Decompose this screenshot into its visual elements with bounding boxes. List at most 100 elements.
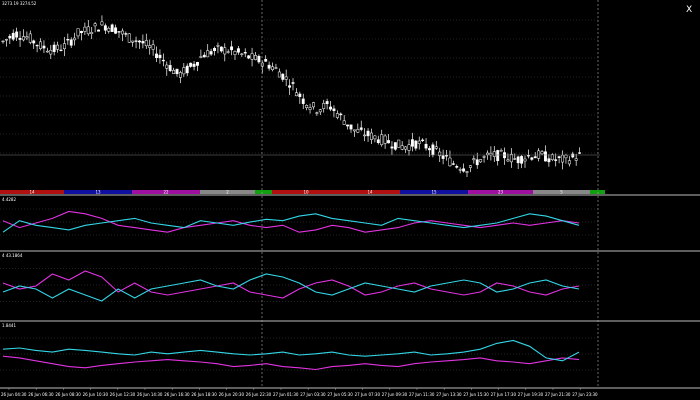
candle-body [178, 72, 182, 78]
candle-body [32, 40, 36, 44]
time-label: 26 Jun 06:30 [28, 392, 54, 397]
candle-body [550, 154, 554, 160]
candle-body [496, 150, 500, 161]
candle-body [100, 21, 104, 26]
candle-body [1, 40, 5, 43]
candle-body [18, 37, 22, 40]
candle-body [363, 134, 367, 137]
candle-body [110, 24, 114, 32]
candle-body [329, 106, 332, 110]
candle-body [144, 40, 148, 47]
candle-body [376, 139, 380, 143]
candle-body [540, 151, 544, 155]
candle-body [73, 37, 77, 41]
candle-body [59, 49, 63, 52]
time-label: 27 Jun 11:30 [409, 392, 435, 397]
candle-body [366, 130, 370, 137]
candle-body [393, 142, 397, 150]
candle-body [458, 169, 462, 171]
candle-body [97, 29, 100, 32]
candle-body [352, 129, 356, 132]
candle-body [175, 68, 179, 75]
candle-body [165, 64, 169, 69]
candle-body [455, 165, 459, 168]
candle-body [383, 135, 387, 144]
candle-body [445, 154, 448, 157]
candle-body [189, 62, 193, 67]
candle-body [492, 151, 496, 157]
candle-body [66, 39, 70, 41]
time-label: 26 Jun 10:30 [83, 392, 109, 397]
time-label: 27 Jun 23:30 [572, 392, 598, 397]
candle-body [298, 93, 302, 97]
close-button[interactable]: X [686, 5, 692, 15]
candle-body [127, 33, 131, 43]
candle-body [213, 47, 216, 51]
candle-body [434, 146, 438, 149]
candle-body [520, 156, 524, 164]
candle-body [574, 158, 578, 161]
candle-body [387, 140, 390, 144]
candle-body [288, 85, 292, 88]
candle-body [544, 151, 547, 162]
session-segment-label: 5 [560, 190, 563, 195]
candle-body [25, 36, 29, 39]
candle-body [468, 165, 472, 168]
candle-body [400, 145, 404, 150]
candle-body [254, 55, 257, 60]
candle-body [62, 43, 66, 50]
trading-chart[interactable]: 3273.19 3274.52 X 14 13 22 2 10 14 15 23 5 4.428… [0, 0, 700, 400]
time-label: 27 Jun 17:30 [491, 392, 517, 397]
candle-body [301, 98, 305, 104]
candle-body [155, 53, 158, 59]
time-label: 27 Jun 15:30 [463, 392, 489, 397]
candle-body [346, 124, 350, 127]
candle-body [380, 134, 384, 146]
candle-body [80, 31, 83, 34]
candle-body [530, 157, 534, 160]
candle-body [322, 103, 326, 109]
candle-body [15, 31, 19, 38]
candle-body [486, 152, 489, 155]
session-segment [590, 190, 605, 194]
candle-body [93, 23, 97, 27]
candle-body [161, 59, 165, 62]
candle-body [172, 69, 176, 74]
time-label: 27 Jun 19:30 [518, 392, 544, 397]
candle-body [49, 50, 53, 55]
candle-body [414, 140, 418, 149]
indicator-label: 4 43.1864 [2, 253, 23, 258]
candle-body [325, 101, 329, 104]
time-label: 27 Jun 01:30 [273, 392, 299, 397]
candle-body [564, 154, 568, 159]
candle-body [407, 144, 411, 151]
candle-body [370, 132, 373, 140]
candle-body [578, 152, 582, 154]
candle-body [52, 44, 56, 52]
candle-body [547, 158, 551, 163]
candle-body [56, 44, 60, 50]
session-segment-label: 14 [29, 190, 35, 195]
candle-body [567, 160, 571, 165]
candle-body [141, 41, 145, 44]
candle-body [475, 159, 479, 166]
candle-body [8, 35, 12, 39]
candle-body [28, 33, 32, 43]
candle-body [185, 65, 189, 74]
session-segment-label: 13 [95, 190, 101, 195]
candle-body [117, 31, 121, 33]
candle-body [148, 45, 152, 48]
candle-body [410, 139, 414, 147]
time-label: 26 Jun 04:30 [1, 392, 27, 397]
candle-body [509, 153, 513, 163]
candle-body [247, 55, 251, 59]
candle-body [305, 105, 309, 108]
price-label: 3273.19 3274.52 [2, 1, 37, 6]
candle-body [571, 153, 575, 158]
candle-body [42, 45, 46, 49]
candle-body [482, 156, 486, 158]
candle-body [356, 129, 360, 133]
candle-body [428, 148, 431, 151]
candle-body [332, 108, 336, 111]
candle-body [537, 150, 541, 159]
